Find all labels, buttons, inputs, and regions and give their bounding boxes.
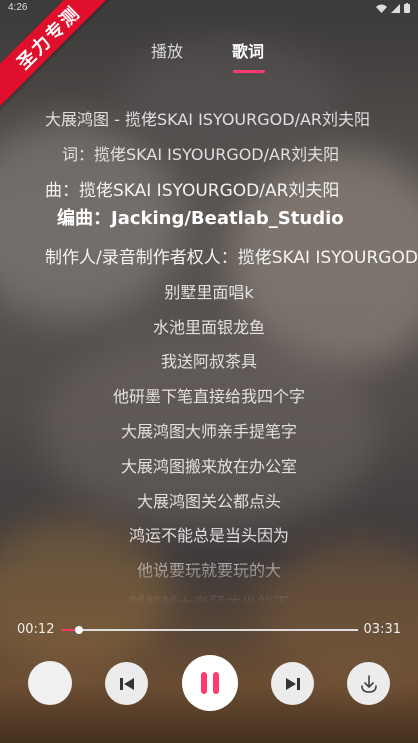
- lyric-line: 他研墨下笔直接给我四个字: [112, 387, 305, 406]
- wifi-icon: [376, 4, 387, 13]
- lyric-line: 我送阿叔茶具: [160, 352, 257, 371]
- playlist-button[interactable]: [28, 661, 72, 705]
- download-icon: [360, 674, 377, 693]
- tab-bar: 播放 歌词: [0, 38, 418, 78]
- lyrics-panel[interactable]: 大展鸿图 - 揽佬SKAI ISYOURGOD/AR刘夫阳 词：揽佬SKAI I…: [0, 100, 418, 605]
- seek-track[interactable]: [62, 626, 358, 634]
- lyric-line: 大展鸿图大师亲手提笔字: [120, 422, 297, 441]
- download-button[interactable]: [347, 662, 390, 705]
- cellular-icon: [391, 3, 400, 13]
- lyric-line-current: 编曲：Jacking/Beatlab_Studio: [57, 208, 344, 229]
- playback-controls: [0, 655, 418, 715]
- current-time: 00:12: [17, 622, 55, 637]
- lyric-line: 贼船越大老鼠才坐的下: [128, 594, 289, 605]
- tab-play[interactable]: 播放: [151, 38, 183, 62]
- status-icons: [376, 3, 410, 13]
- lyric-line: 水池里面银龙鱼: [152, 318, 265, 337]
- seek-handle[interactable]: [74, 626, 83, 634]
- lyric-line: 曲：揽佬SKAI ISYOURGOD/AR刘夫阳: [45, 181, 340, 201]
- lyric-line: 大展鸿图关公都点头: [136, 492, 281, 511]
- lyric-line: 别墅里面唱k: [164, 283, 254, 302]
- lyric-line: 鸿运不能总是当头因为: [128, 526, 289, 545]
- total-time: 03:31: [363, 622, 401, 637]
- progress-bar: 00:12 03:31: [0, 618, 418, 642]
- pause-button[interactable]: [182, 655, 238, 711]
- battery-icon: [404, 3, 410, 13]
- tab-active-indicator: [233, 70, 265, 73]
- tab-lyrics[interactable]: 歌词: [232, 38, 264, 62]
- lyric-line: 制作人/录音制作者权人：揽佬SKAI ISYOURGOD: [45, 248, 418, 268]
- lyric-line: 大展鸿图 - 揽佬SKAI ISYOURGOD/AR刘夫阳: [45, 110, 371, 129]
- lyric-line: 大展鸿图搬来放在办公室: [120, 457, 297, 476]
- previous-button[interactable]: [105, 662, 148, 705]
- next-button[interactable]: [271, 662, 314, 705]
- skip-previous-icon: [119, 677, 134, 690]
- skip-next-icon: [285, 677, 300, 690]
- pause-icon: [201, 672, 219, 694]
- lyric-line: 词：揽佬SKAI ISYOURGOD/AR刘夫阳: [62, 145, 340, 164]
- status-time: 4:26: [8, 2, 28, 13]
- lyric-line: 他说要玩就要玩的大: [136, 561, 281, 580]
